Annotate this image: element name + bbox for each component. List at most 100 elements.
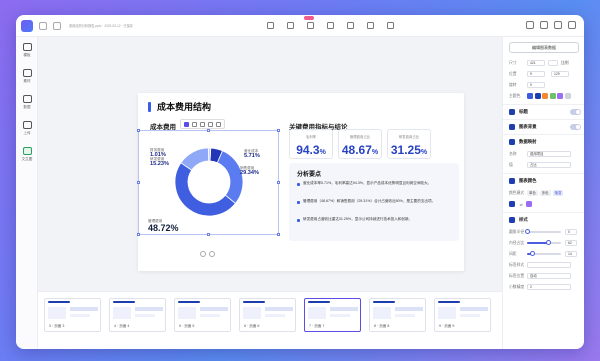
copy-icon[interactable] <box>208 121 213 127</box>
slide-thumbnail[interactable]: 6 · 页面 6 <box>239 298 296 332</box>
share-icon[interactable] <box>526 21 534 29</box>
resize-handle[interactable] <box>137 129 140 132</box>
save-icon[interactable] <box>39 21 47 30</box>
radius-slider[interactable] <box>525 229 561 234</box>
thumbnail-label: 4 · 页面 4 <box>114 324 130 328</box>
text-tool-icon[interactable] <box>266 21 275 30</box>
text-to-image-icon <box>22 146 32 155</box>
thumbnail-label: 7 · 页面 7 <box>309 324 325 328</box>
x-input[interactable]: 9 <box>527 71 545 77</box>
width-input[interactable]: 421 <box>527 60 545 66</box>
download-icon[interactable] <box>540 21 548 29</box>
background-toggle[interactable] <box>570 124 581 130</box>
slide-thumbnail[interactable]: 8 · 页面 8 <box>369 298 426 332</box>
app-logo-icon[interactable] <box>21 19 33 32</box>
move-handle-icon[interactable] <box>209 251 215 257</box>
shape-tool-icon[interactable] <box>286 21 295 30</box>
radius-row: 圆角半径 0 <box>509 228 581 236</box>
thumbnail-label: 6 · 页面 6 <box>244 324 260 328</box>
style-icon[interactable] <box>200 121 205 127</box>
label-style-select[interactable] <box>527 262 571 268</box>
title-section[interactable]: 标题 <box>509 107 581 117</box>
theme-swatch-5[interactable] <box>557 92 563 99</box>
key-point: 营业成本率5.71%，毛利率高达94.3%，显示产品成本优势明显且利润空间较大。 <box>297 181 452 187</box>
gap-slider[interactable] <box>527 251 561 256</box>
editor-canvas[interactable]: 成本费用结构 成本费用 管理费用 48.72% 销售费用 29.34% 营业成本… <box>38 37 502 291</box>
stat-card[interactable]: 研发费用占比 31.25% <box>387 129 431 159</box>
mapping-value-select[interactable]: 占比 <box>527 162 571 168</box>
mapping-name-select[interactable]: 费用项目 <box>527 151 571 157</box>
more-icon[interactable] <box>568 21 576 29</box>
background-section[interactable]: 图表背景 <box>509 122 581 132</box>
donut-slice-1[interactable] <box>174 162 236 217</box>
resize-handle[interactable] <box>137 233 140 236</box>
slide-title[interactable]: 成本费用结构 <box>148 100 211 113</box>
chart-tool-icon[interactable] <box>346 21 355 30</box>
edit-chart-data-button[interactable]: 编辑图表数据 <box>509 42 579 53</box>
y-input[interactable]: 129 <box>551 71 569 77</box>
stat-card[interactable]: 管理费用占比 48.67% <box>338 129 382 159</box>
rotate-handle-icon[interactable] <box>200 251 206 257</box>
resize-handle[interactable] <box>207 233 210 236</box>
inner-radius-slider[interactable] <box>527 240 561 245</box>
color-mode-gradient[interactable]: 渐变 <box>552 190 564 196</box>
undo-icon[interactable] <box>53 21 61 30</box>
title-toggle[interactable] <box>570 109 581 115</box>
theme-swatch-6[interactable] <box>564 92 571 99</box>
ai-edit-icon[interactable] <box>184 121 189 127</box>
label-position-row: 标签位置 自动 <box>509 272 581 280</box>
decimals-input[interactable]: 2 <box>527 284 571 290</box>
sidebar-item-data[interactable]: 数据 <box>16 89 38 115</box>
sidebar-item-template[interactable]: 模板 <box>16 37 38 63</box>
table-tool-icon[interactable] <box>326 21 335 30</box>
theme-swatch-1[interactable] <box>527 92 533 99</box>
resize-handle[interactable] <box>137 181 140 184</box>
media-tool-icon[interactable] <box>386 21 395 30</box>
more-icon[interactable] <box>216 121 221 127</box>
color-mode-single[interactable]: 单色 <box>527 190 538 196</box>
stat-value: 48.67% <box>341 143 379 157</box>
size-row: 尺寸 421 比例 <box>509 59 581 67</box>
resize-handle[interactable] <box>277 233 280 236</box>
data-mapping-section[interactable]: 数据映射 <box>509 137 581 147</box>
key-points-box[interactable]: 分析要点 营业成本率5.71%，毛利率高达94.3%，显示产品成本优势明显且利润… <box>289 163 459 241</box>
height-input[interactable] <box>548 60 558 66</box>
chart-label-2: 销售费用 29.34% <box>240 166 259 177</box>
chart-colors-section[interactable]: 图表颜色 <box>509 176 581 186</box>
gradient-color-row: ⇄ <box>509 200 581 208</box>
theme-swatch-2[interactable] <box>534 92 541 99</box>
data-edit-icon[interactable] <box>192 121 197 127</box>
lock-ratio-toggle[interactable]: 比例 <box>561 61 569 66</box>
style-section[interactable]: 样式 <box>509 215 581 225</box>
image-tool-icon[interactable] <box>366 21 375 30</box>
resize-handle[interactable] <box>277 129 280 132</box>
slide-thumbnail[interactable]: 4 · 页面 4 <box>109 298 166 332</box>
label-position-select[interactable]: 自动 <box>527 273 571 279</box>
stat-card[interactable]: 毛利率 94.3% <box>289 129 333 159</box>
chart-label-category: 销售费用 <box>240 166 255 170</box>
inner-radius-input[interactable]: 62 <box>565 240 577 246</box>
rotate-input[interactable]: 0 <box>527 82 545 88</box>
donut-slice-5[interactable] <box>208 147 212 162</box>
theme-swatch-3[interactable] <box>542 92 548 99</box>
resize-handle[interactable] <box>277 181 280 184</box>
stat-value: 94.3% <box>296 143 326 157</box>
sidebar-item-upload[interactable]: 上传 <box>16 115 38 141</box>
color-mode-multi[interactable]: 多色 <box>539 190 551 196</box>
slide[interactable]: 成本费用结构 成本费用 管理费用 48.72% 销售费用 29.34% 营业成本… <box>137 93 464 271</box>
sidebar-item-text-to-image[interactable]: 文生图 <box>16 141 38 167</box>
gap-input[interactable]: 14 <box>565 251 577 257</box>
gradient-end-swatch[interactable] <box>525 201 532 207</box>
sidebar-item-assets[interactable]: 素材 <box>16 63 38 89</box>
ai-tool-icon[interactable] <box>304 16 315 30</box>
gradient-start-swatch[interactable] <box>509 201 515 207</box>
theme-swatch-4[interactable] <box>549 92 556 99</box>
slide-thumbnail[interactable]: 3 · 页面 3 <box>44 298 101 332</box>
radius-input[interactable]: 0 <box>565 229 577 235</box>
present-icon[interactable] <box>554 21 562 29</box>
slide-thumbnail[interactable]: 5 · 页面 5 <box>174 298 231 332</box>
chart-label-category: 财务费用 <box>150 148 165 152</box>
slide-thumbnail-selected[interactable]: 7 · 页面 7 <box>304 298 361 332</box>
donut-chart[interactable] <box>148 131 270 233</box>
slide-thumbnail[interactable]: 9 · 页面 9 <box>434 298 491 332</box>
